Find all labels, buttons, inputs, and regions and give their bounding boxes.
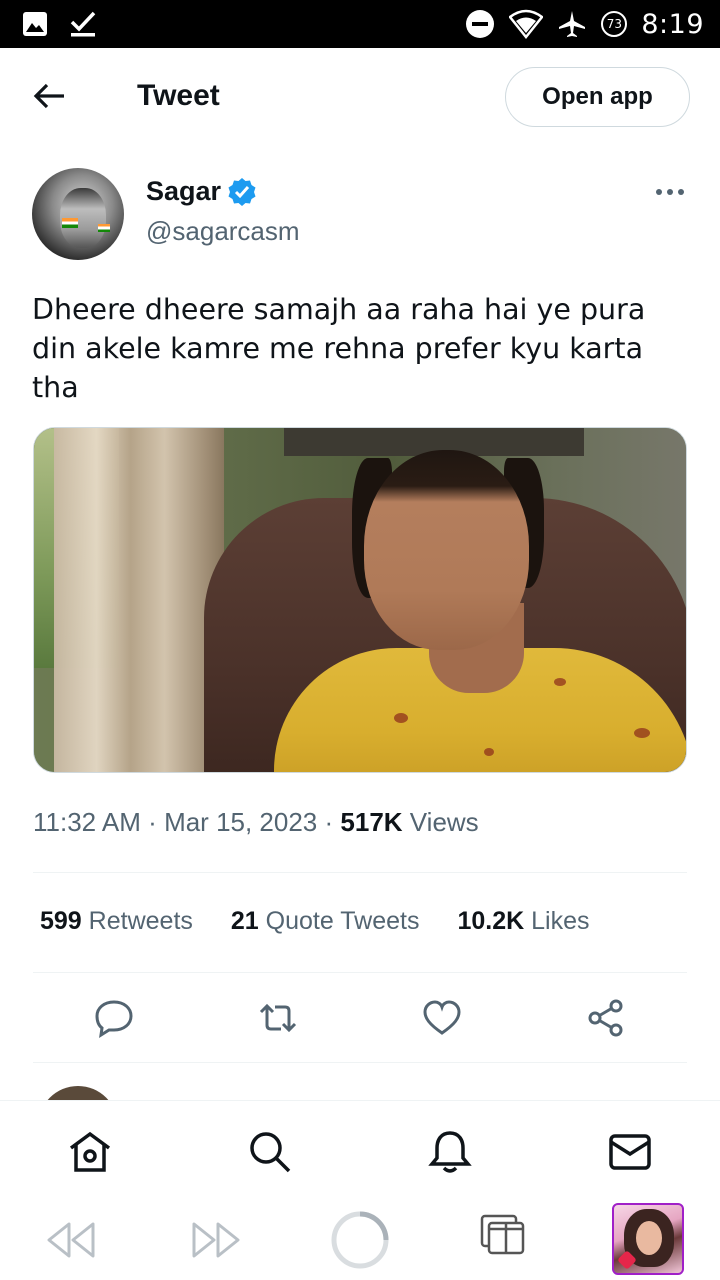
- dnd-icon: [466, 10, 495, 38]
- author-avatar[interactable]: [32, 168, 124, 260]
- like-icon[interactable]: [421, 997, 463, 1039]
- messages-icon[interactable]: [607, 1129, 653, 1175]
- notifications-icon[interactable]: [427, 1129, 473, 1175]
- wifi-icon: [509, 9, 544, 39]
- engagement-stats: 599 Retweets 21 Quote Tweets 10.2K Likes: [40, 907, 590, 936]
- divider: [33, 972, 687, 973]
- author-name[interactable]: Sagar: [146, 176, 221, 207]
- author-handle[interactable]: @sagarcasm: [146, 216, 300, 247]
- verified-badge-icon: [228, 177, 256, 206]
- bottom-navigation: [0, 1100, 720, 1200]
- retweet-icon[interactable]: [257, 997, 299, 1039]
- battery-icon: 73: [601, 11, 628, 37]
- back-arrow-icon[interactable]: [32, 78, 68, 114]
- airplane-icon: [559, 11, 586, 37]
- tweet-date: Mar 15, 2023: [164, 807, 318, 837]
- clock: 8:19: [641, 8, 704, 40]
- top-app-bar: Tweet Open app: [0, 48, 720, 146]
- search-icon[interactable]: [247, 1129, 293, 1175]
- tweet-meta: 11:32 AM · Mar 15, 2023 · 517K Views: [33, 807, 479, 837]
- page-title: Tweet: [137, 79, 220, 112]
- reply-icon[interactable]: [93, 997, 135, 1039]
- rewind-icon[interactable]: [45, 1220, 97, 1260]
- tweet-time: 11:32 AM: [33, 807, 141, 837]
- retweets-stat[interactable]: 599 Retweets: [40, 907, 193, 936]
- status-bar: 73 8:19: [0, 0, 720, 48]
- reload-icon[interactable]: [330, 1210, 390, 1270]
- divider: [33, 1062, 687, 1063]
- profile-thumbnail[interactable]: [612, 1203, 684, 1275]
- fast-forward-icon[interactable]: [190, 1220, 242, 1260]
- views-count: 517K: [340, 807, 403, 837]
- check-icon: [70, 11, 96, 37]
- divider: [33, 872, 687, 873]
- views-label: Views: [409, 807, 479, 837]
- share-icon[interactable]: [585, 997, 627, 1039]
- quote-tweets-stat[interactable]: 21 Quote Tweets: [231, 907, 420, 936]
- likes-stat[interactable]: 10.2K Likes: [457, 907, 589, 936]
- tabs-icon[interactable]: [480, 1214, 526, 1256]
- more-options-icon[interactable]: [654, 182, 686, 202]
- image-icon: [23, 12, 47, 36]
- open-app-button[interactable]: Open app: [505, 67, 690, 127]
- tweet-text: Dheere dheere samajh aa raha hai ye pura…: [32, 293, 646, 404]
- home-icon[interactable]: [67, 1129, 113, 1175]
- tweet-actions: [33, 995, 687, 1041]
- tweet-image[interactable]: [33, 427, 687, 773]
